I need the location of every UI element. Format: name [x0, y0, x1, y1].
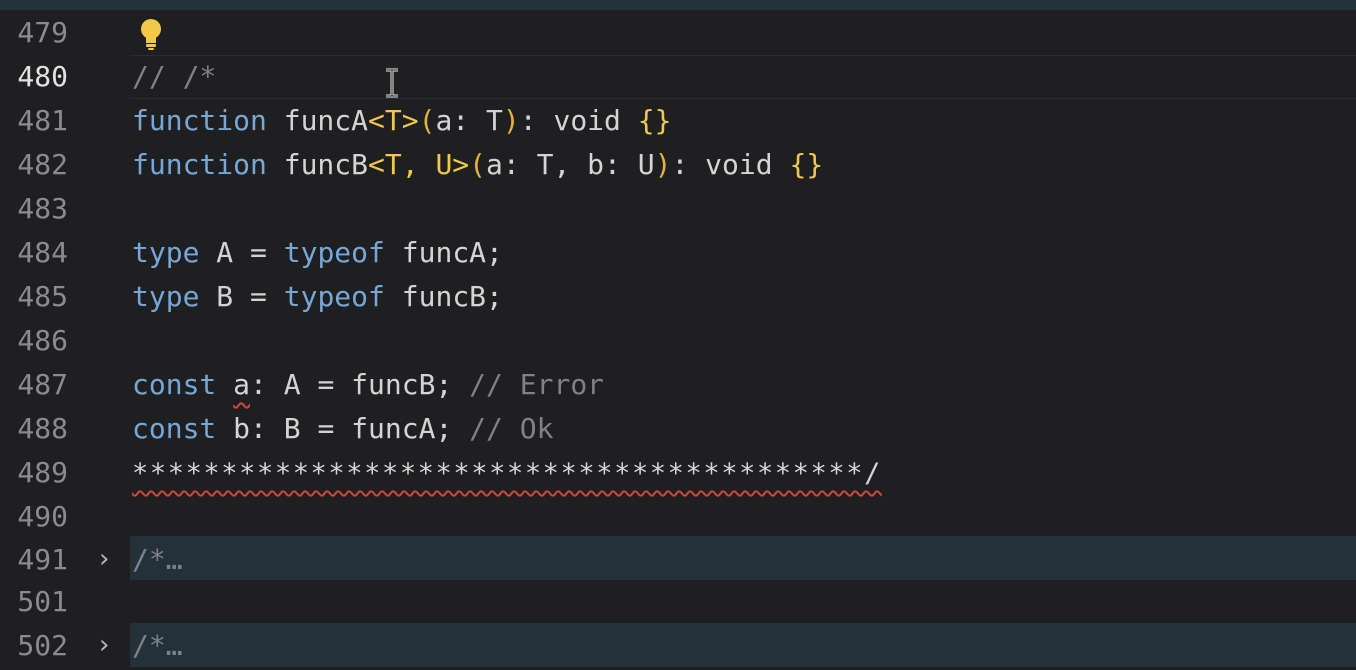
comment-token: // /* — [132, 60, 217, 93]
line-code: type A = typeof funcA; — [132, 231, 503, 275]
code-line-479[interactable]: 479 — [0, 11, 1356, 55]
line-number: 482 — [17, 148, 68, 181]
identifier-token: funcB — [266, 148, 369, 181]
comment-token: /* — [132, 629, 166, 662]
error-stars-token[interactable]: ****************************************… — [132, 458, 882, 489]
text-cursor-icon — [386, 68, 398, 98]
code-line-489[interactable]: 489 ************************************… — [0, 451, 1356, 495]
type-params-token: <T> — [368, 104, 419, 137]
code-line-481[interactable]: 481 function funcA<T>(a: T): void {} — [0, 99, 1356, 143]
code-line-482[interactable]: 482 function funcB<T, U>(a: T, b: U): vo… — [0, 143, 1356, 187]
line-code: type B = typeof funcB; — [132, 275, 503, 319]
code-editor[interactable]: 479 480 // /* 481 function funcA<T>(a: T… — [0, 0, 1356, 670]
identifier-token: : A = funcB; — [250, 368, 470, 401]
code-line-488[interactable]: 488 const b: B = funcA; // Ok — [0, 407, 1356, 451]
line-number: 483 — [17, 192, 68, 225]
error-identifier-token[interactable]: a — [233, 368, 250, 401]
type-params-token: <T, U> — [368, 148, 470, 181]
code-line-486[interactable]: 486 — [0, 319, 1356, 363]
line-code: /*… — [132, 538, 183, 582]
code-line-490[interactable]: 490 — [0, 495, 1356, 539]
line-number: 486 — [17, 324, 68, 357]
keyword-token: const — [132, 412, 217, 445]
paren-token: ( — [418, 104, 436, 137]
keyword-token: function — [132, 148, 267, 181]
params-token: a: T, b: U — [486, 148, 655, 181]
return-type-token: : void — [671, 148, 790, 181]
line-number: 485 — [17, 280, 68, 313]
comment-token: // Error — [469, 368, 605, 401]
fold-ellipsis[interactable]: … — [166, 543, 183, 576]
identifier-token: funcB; — [384, 280, 503, 313]
line-code: function funcB<T, U>(a: T, b: U): void {… — [132, 143, 823, 187]
keyword-token: typeof — [283, 280, 385, 313]
identifier-token: funcA — [266, 104, 369, 137]
line-number: 501 — [17, 585, 68, 618]
keyword-token: type — [132, 280, 200, 313]
code-line-487[interactable]: 487 const a: A = funcB; // Error — [0, 363, 1356, 407]
identifier-token: b: B = funcA; — [216, 412, 470, 445]
line-number: 481 — [17, 104, 68, 137]
line-number: 488 — [17, 412, 68, 445]
line-number: 502 — [17, 629, 68, 662]
keyword-token: function — [132, 104, 267, 137]
line-code: /*… — [132, 624, 183, 668]
folded-region-above — [0, 0, 1356, 10]
chevron-right-icon[interactable]: › — [92, 538, 116, 582]
code-line-491[interactable]: 491 › /*… — [0, 536, 1356, 580]
code-line-483[interactable]: 483 — [0, 187, 1356, 231]
comment-token: /* — [132, 543, 166, 576]
identifier-token: B = — [199, 280, 284, 313]
code-line-485[interactable]: 485 type B = typeof funcB; — [0, 275, 1356, 319]
line-number: 490 — [17, 500, 68, 533]
fold-ellipsis[interactable]: … — [166, 629, 183, 662]
brace-token: {} — [637, 104, 672, 137]
comment-token: // Ok — [469, 412, 554, 445]
line-number: 487 — [17, 368, 68, 401]
line-number: 491 — [17, 543, 68, 576]
params-token: a: T — [435, 104, 503, 137]
line-number: 480 — [17, 60, 68, 93]
line-number: 479 — [17, 16, 68, 49]
lightbulb-icon[interactable] — [138, 17, 164, 51]
line-code: const a: A = funcB; // Error — [132, 363, 604, 407]
keyword-token: const — [132, 368, 217, 401]
code-line-502[interactable]: 502 › /*… — [0, 623, 1356, 667]
identifier-token: funcA; — [384, 236, 503, 269]
keyword-token: typeof — [283, 236, 385, 269]
chevron-right-icon[interactable]: › — [92, 624, 116, 668]
return-type-token: : void — [519, 104, 638, 137]
code-line-484[interactable]: 484 type A = typeof funcA; — [0, 231, 1356, 275]
brace-token: {} — [789, 148, 824, 181]
folded-region-highlight — [130, 536, 1356, 580]
keyword-token: type — [132, 236, 200, 269]
identifier-token: A = — [199, 236, 284, 269]
paren-token: ) — [502, 104, 520, 137]
folded-region-highlight — [130, 623, 1356, 667]
code-line-480[interactable]: 480 // /* — [0, 55, 1356, 99]
line-code: function funcA<T>(a: T): void {} — [132, 99, 671, 143]
current-line-highlight — [130, 55, 1356, 99]
code-line-501[interactable]: 501 — [0, 580, 1356, 624]
line-code: ****************************************… — [132, 451, 882, 496]
line-code: const b: B = funcA; // Ok — [132, 407, 553, 451]
paren-token: ( — [469, 148, 487, 181]
paren-token: ) — [654, 148, 672, 181]
line-code: // /* — [132, 55, 216, 99]
line-number: 489 — [17, 456, 68, 489]
line-number: 484 — [17, 236, 68, 269]
